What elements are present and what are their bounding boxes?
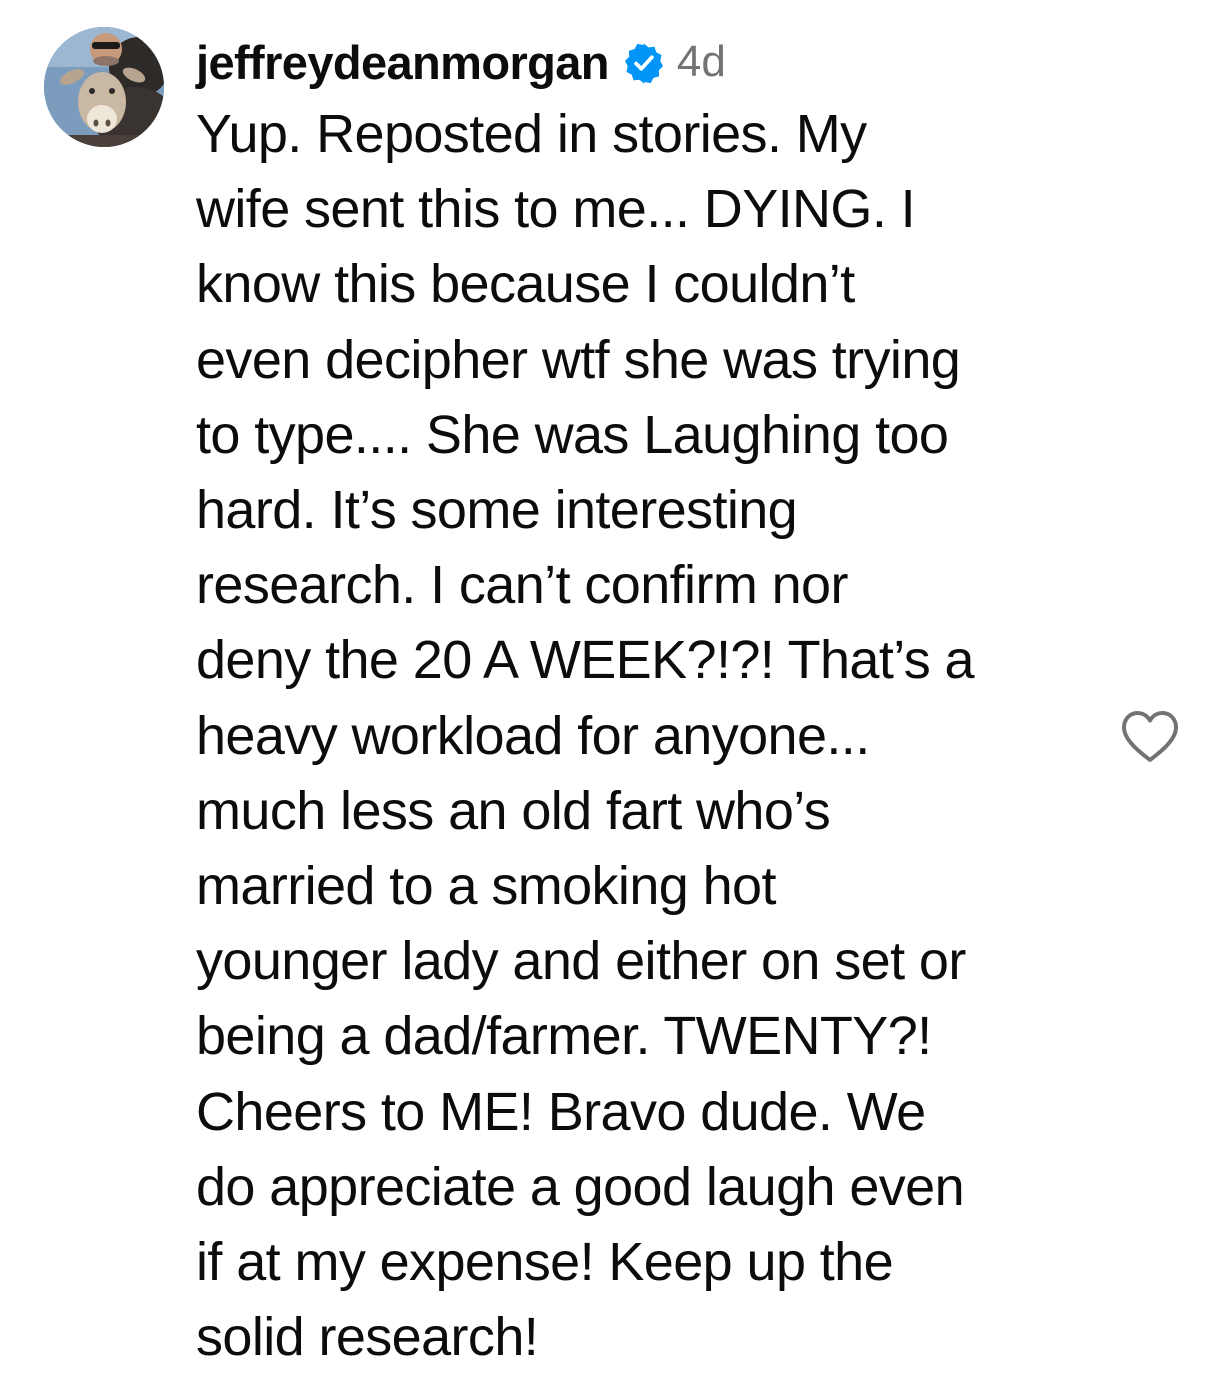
comment-line: do appreciate a good laugh even <box>196 1156 965 1217</box>
comment-line: heavy workload for anyone... <box>196 705 870 766</box>
comment-line: research. I can’t confirm nor <box>196 555 848 616</box>
comment-line: being a dad/farmer. TWENTY?! <box>196 1006 932 1067</box>
comment-line: even decipher wtf she was trying <box>196 329 961 390</box>
comment-line: Yup. Reposted in stories. My <box>196 104 867 164</box>
comment-header: jeffreydeanmorgan 4d <box>196 34 726 90</box>
comment: jeffreydeanmorgan 4d Yup. Reposted in st… <box>0 0 1224 1395</box>
comment-line: wife sent this to me... DYING. I <box>196 179 916 240</box>
comment-line: much less an old fart who’s <box>196 780 831 841</box>
heart-outline-icon <box>1122 711 1178 762</box>
comment-line: Cheers to ME! Bravo dude. We <box>196 1081 926 1142</box>
avatar-photo <box>44 27 164 147</box>
avatar[interactable] <box>44 27 164 147</box>
comment-line: know this because I couldn’t <box>196 254 855 315</box>
verified-badge-icon <box>623 42 665 84</box>
comment-line: married to a smoking hot <box>196 856 776 917</box>
comment-line: if at my expense! Keep up the <box>196 1232 894 1293</box>
comment-line: deny the 20 A WEEK?!?! That’s a <box>196 630 975 691</box>
comment-line: younger lady and either on set or <box>196 931 966 992</box>
username[interactable]: jeffreydeanmorgan <box>196 35 610 90</box>
timestamp[interactable]: 4d <box>677 37 726 87</box>
comment-line: to type.... She was Laughing too <box>196 404 949 465</box>
like-button[interactable] <box>1120 709 1180 765</box>
comment-line: solid research! <box>196 1307 539 1368</box>
comment-text: Yup. Reposted in stories. My wife sent t… <box>196 97 1106 1375</box>
comment-line: hard. It’s some interesting <box>196 480 798 541</box>
